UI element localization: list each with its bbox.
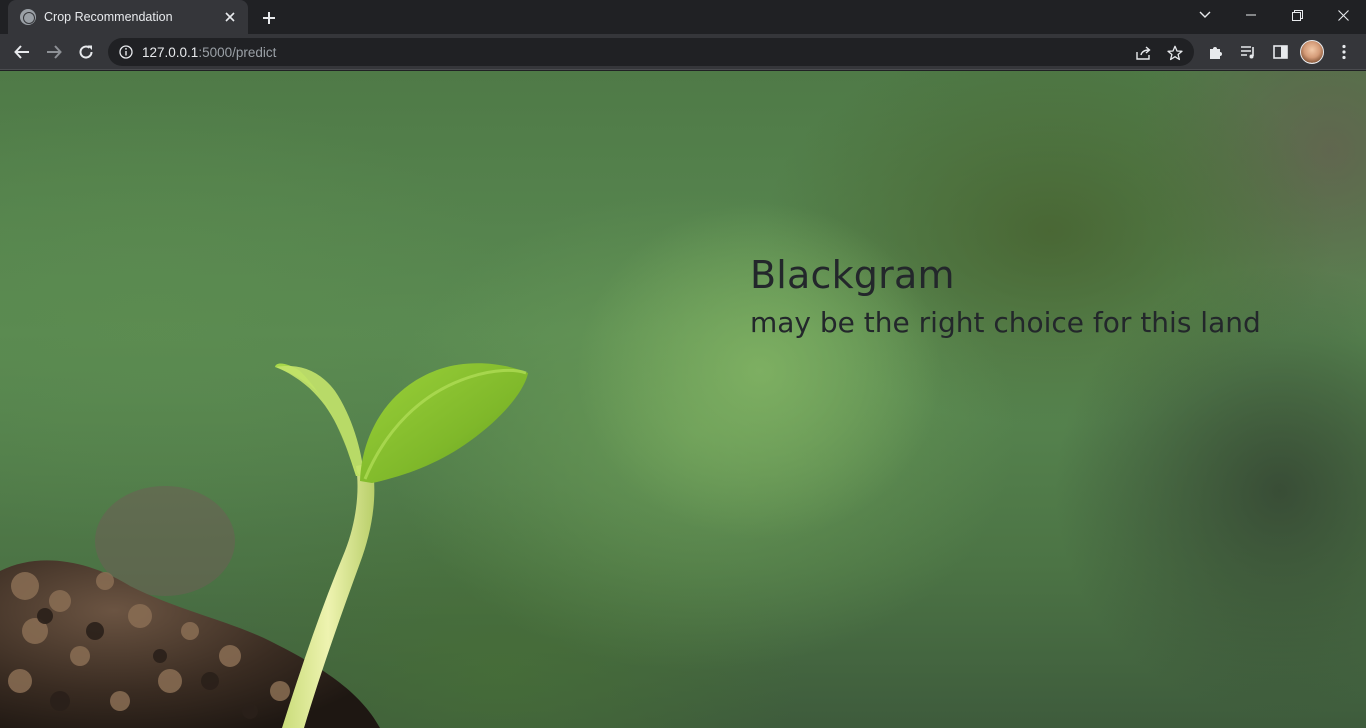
side-panel-button[interactable] xyxy=(1266,38,1294,66)
menu-button[interactable] xyxy=(1330,38,1358,66)
side-panel-icon xyxy=(1272,45,1288,59)
media-controls-button[interactable] xyxy=(1234,38,1262,66)
sprout-background-image xyxy=(0,363,528,728)
reload-button[interactable] xyxy=(72,38,100,66)
profile-avatar[interactable] xyxy=(1300,40,1324,64)
share-button[interactable] xyxy=(1133,42,1155,64)
more-vert-icon xyxy=(1342,44,1346,60)
restore-icon xyxy=(1291,9,1303,21)
prediction-message: may be the right choice for this land xyxy=(750,306,1261,339)
chevron-down-icon xyxy=(1199,11,1211,18)
close-icon xyxy=(1337,9,1349,21)
forward-button[interactable] xyxy=(40,38,68,66)
back-button[interactable] xyxy=(8,38,36,66)
url-text[interactable]: 127.0.0.1:5000/predict xyxy=(142,45,276,60)
playlist-icon xyxy=(1241,46,1254,59)
globe-icon xyxy=(20,9,36,25)
close-window-button[interactable] xyxy=(1320,0,1366,30)
address-bar[interactable]: 127.0.0.1:5000/predict xyxy=(108,38,1194,66)
page-viewport: Blackgram may be the right choice for th… xyxy=(0,71,1366,728)
predicted-crop-name: Blackgram xyxy=(750,253,955,297)
minimize-button[interactable] xyxy=(1228,0,1274,30)
plus-icon xyxy=(263,12,275,24)
url-path: :5000/predict xyxy=(198,44,277,60)
arrow-right-icon xyxy=(47,45,62,59)
extensions-button[interactable] xyxy=(1202,38,1230,66)
prediction-result: Blackgram may be the right choice for th… xyxy=(750,251,1350,343)
minimize-icon xyxy=(1246,14,1256,16)
share-icon xyxy=(1136,46,1151,60)
new-tab-button[interactable] xyxy=(256,5,282,31)
tab-close-button[interactable] xyxy=(220,7,240,27)
tab-title: Crop Recommendation xyxy=(44,10,173,24)
bookmark-button[interactable] xyxy=(1164,42,1186,64)
tab-crop-recommendation[interactable]: Crop Recommendation xyxy=(8,0,248,34)
close-icon xyxy=(225,12,235,22)
url-host: 127.0.0.1 xyxy=(142,44,199,60)
info-icon[interactable] xyxy=(118,44,134,60)
arrow-left-icon xyxy=(14,45,29,59)
puzzle-icon xyxy=(1210,47,1222,59)
tab-search-button[interactable] xyxy=(1182,0,1228,30)
restore-button[interactable] xyxy=(1274,0,1320,30)
reload-icon xyxy=(79,45,93,59)
tab-strip: Crop Recommendation xyxy=(0,0,1366,34)
browser-toolbar: 127.0.0.1:5000/predict xyxy=(0,34,1366,70)
star-icon xyxy=(1167,45,1183,61)
